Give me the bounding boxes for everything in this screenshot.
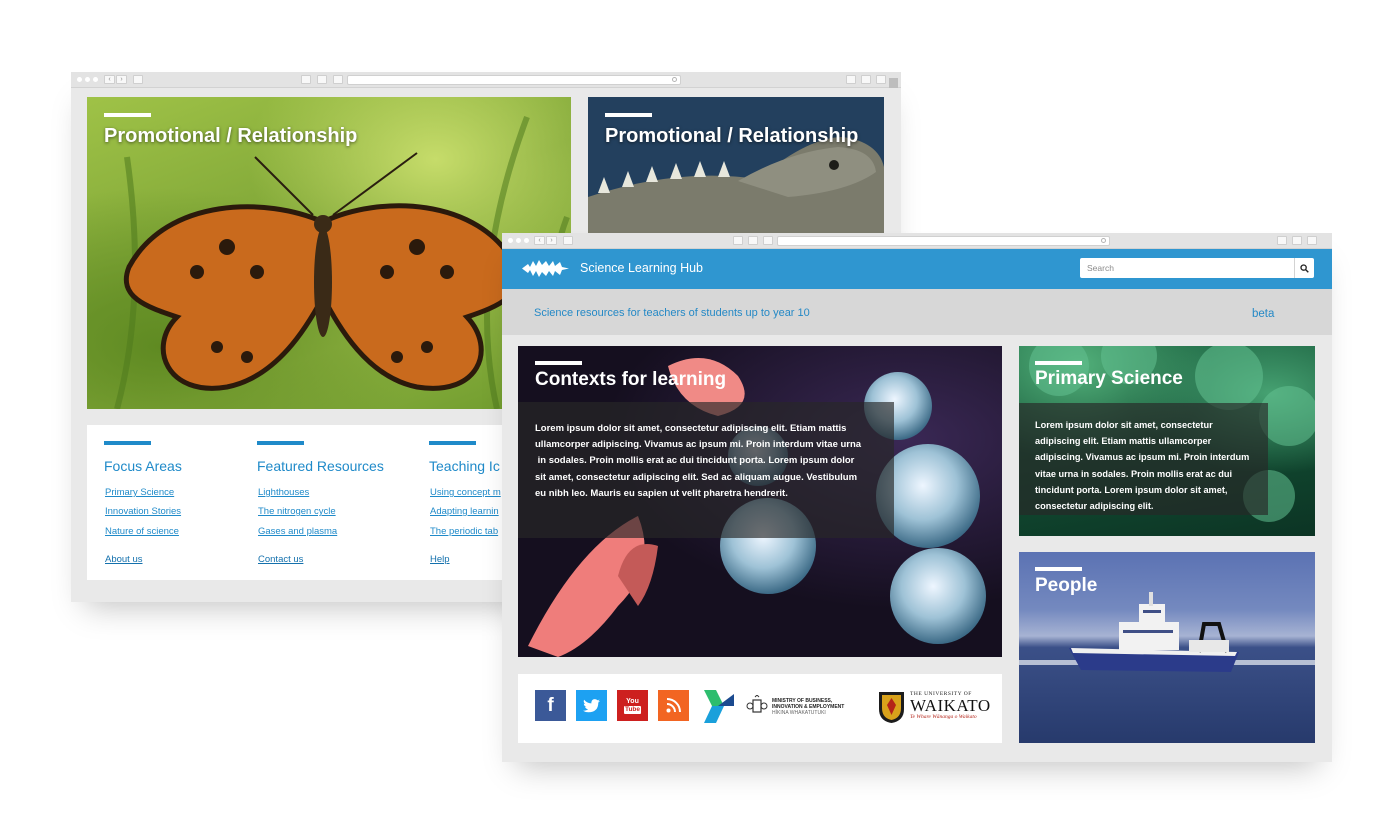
back-nav-button[interactable]: ‹ (534, 236, 545, 245)
nz-coat-of-arms-icon (746, 694, 768, 717)
forward-nav-button[interactable]: › (116, 75, 127, 84)
footer-link-panel: Focus Areas Primary Science Innovation S… (87, 425, 517, 580)
browser-chrome: ‹ › (71, 72, 901, 88)
waikato-crest-icon (879, 692, 904, 723)
waikato-name: WAIKATO (910, 696, 991, 715)
tabs-button[interactable] (1292, 236, 1302, 245)
footer-link[interactable]: Primary Science (105, 487, 174, 498)
window-controls[interactable] (508, 238, 529, 243)
back-nav-button[interactable]: ‹ (104, 75, 115, 84)
footer-link[interactable]: The nitrogen cycle (258, 506, 336, 517)
card-accent-rule (535, 361, 582, 365)
science-hub-logo[interactable] (522, 260, 569, 277)
mbie-line: HĪKINA WHAKATUTUKI (772, 710, 826, 716)
footer-link[interactable]: Using concept m (430, 487, 501, 498)
column-heading: Teaching Ic (429, 458, 500, 474)
text-line: tincidunt porta. Lorem ipsum dolor sit a… (1035, 484, 1228, 495)
hero-accent-rule (605, 113, 652, 117)
text-line: ullamcorper adipiscing. Vivamus ac ipsum… (535, 439, 862, 451)
home-button[interactable] (763, 236, 773, 245)
column-accent-rule (429, 441, 476, 445)
waikato-logo[interactable]: THE UNIVERSITY OF WAIKATO Te Whare Wānan… (910, 691, 991, 720)
sidebar-toggle-button[interactable] (563, 236, 573, 245)
share-button[interactable] (733, 236, 743, 245)
contexts-for-learning-card[interactable]: Contexts for learning Lorem ipsum dolor … (518, 346, 1002, 657)
hero-title: Promotional / Relationship (104, 125, 358, 147)
search-button[interactable] (1294, 258, 1314, 278)
rss-icon[interactable] (658, 690, 689, 721)
lock-icon (1277, 236, 1287, 245)
search-icon (1300, 263, 1309, 273)
help-link[interactable]: Help (430, 554, 450, 565)
site-header: Science Learning Hub (502, 249, 1332, 289)
screenshot-stage: ‹ › Promotional / Relationship Promotion… (0, 0, 1400, 840)
card-title: Contexts for learning (535, 369, 727, 390)
footer-link[interactable]: Adapting learnin (430, 506, 499, 517)
column-accent-rule (257, 441, 304, 445)
column-heading: Featured Resources (257, 458, 384, 474)
facebook-icon[interactable]: f (535, 690, 566, 721)
reader-button[interactable] (748, 236, 758, 245)
tuatara-image (588, 137, 884, 237)
about-us-link[interactable]: About us (105, 554, 143, 565)
promo-hero-butterfly[interactable]: Promotional / Relationship (87, 97, 571, 409)
site-name[interactable]: Science Learning Hub (580, 261, 703, 275)
footer-link[interactable]: Innovation Stories (105, 506, 181, 517)
sidebar-toggle-button[interactable] (133, 75, 143, 84)
twitter-icon[interactable] (576, 690, 607, 721)
text-line: adipiscing. Vivamus ac ipsum mi. Proin i… (1035, 452, 1250, 463)
tabs-button[interactable] (861, 75, 871, 84)
text-line: eu nibh leo. Mauris eu sapien ut velit p… (535, 487, 788, 499)
forward-nav-button[interactable]: › (546, 236, 557, 245)
column-heading: Focus Areas (104, 458, 182, 474)
scrollbar-stub[interactable] (889, 78, 898, 88)
footer-link[interactable]: The periodic tab (430, 526, 498, 537)
card-description: Lorem ipsum dolor sit amet, consectetur … (535, 421, 885, 502)
footer-link[interactable]: Gases and plasma (258, 526, 337, 537)
promo-hero-tuatara[interactable]: Promotional / Relationship (588, 97, 884, 237)
text-line: vitae urna in sodales. Proin mollis erat… (1035, 468, 1233, 479)
browser-chrome: ‹ › (502, 233, 1332, 249)
reader-button[interactable] (317, 75, 327, 84)
settings-button[interactable] (876, 75, 886, 84)
text-line: in sodales. Proin mollis erat ac dui tin… (535, 455, 855, 467)
mbie-logo-text[interactable]: MINISTRY OF BUSINESS, INNOVATION & EMPLO… (772, 698, 844, 716)
window-controls[interactable] (77, 77, 98, 82)
tagline-bar: Science resources for teachers of studen… (502, 289, 1332, 335)
search-input[interactable] (1080, 258, 1292, 278)
footer-link[interactable]: Lighthouses (258, 487, 309, 498)
address-bar[interactable] (347, 75, 681, 85)
youtube-icon[interactable]: You Tube (617, 690, 648, 721)
home-button[interactable] (333, 75, 343, 84)
bird-icon (583, 698, 600, 712)
lock-icon (846, 75, 856, 84)
partner-strip: f You Tube MINISTRY OF BUSINESS, INNOVAT… (518, 674, 1002, 743)
text-line: Lorem ipsum dolor sit amet, consectetur (1035, 420, 1213, 430)
text-line: adipiscing elit. Etiam mattis ullamcorpe… (1035, 436, 1212, 447)
partner-k-logo[interactable] (704, 690, 734, 723)
card-accent-rule (1035, 361, 1082, 365)
rss-feed-icon (666, 698, 681, 713)
address-bar[interactable] (777, 236, 1110, 246)
beta-badge: beta (1252, 308, 1275, 320)
people-card[interactable]: People (1019, 552, 1315, 743)
hero-accent-rule (104, 113, 151, 117)
column-accent-rule (104, 441, 151, 445)
primary-science-card[interactable]: Primary Science Lorem ipsum dolor sit am… (1019, 346, 1315, 536)
text-line: Lorem ipsum dolor sit amet, consectetur … (535, 423, 847, 434)
card-description: Lorem ipsum dolor sit amet, consectetur … (1035, 417, 1267, 514)
card-accent-rule (1035, 567, 1082, 571)
footer-link[interactable]: Nature of science (105, 526, 179, 537)
share-button[interactable] (301, 75, 311, 84)
front-browser-window: ‹ › Science Learning Hub Search Science … (502, 233, 1332, 762)
hero-title: Promotional / Relationship (605, 125, 859, 147)
settings-button[interactable] (1307, 236, 1317, 245)
card-title: People (1035, 575, 1098, 596)
card-title: Primary Science (1035, 368, 1183, 389)
contact-us-link[interactable]: Contact us (258, 554, 303, 565)
text-line: sit amet, consectetur adipiscing elit. S… (535, 471, 858, 483)
site-tagline: Science resources for teachers of studen… (534, 307, 810, 319)
search-box (1080, 258, 1314, 278)
text-line: consectetur adipiscing elit. (1035, 501, 1154, 512)
